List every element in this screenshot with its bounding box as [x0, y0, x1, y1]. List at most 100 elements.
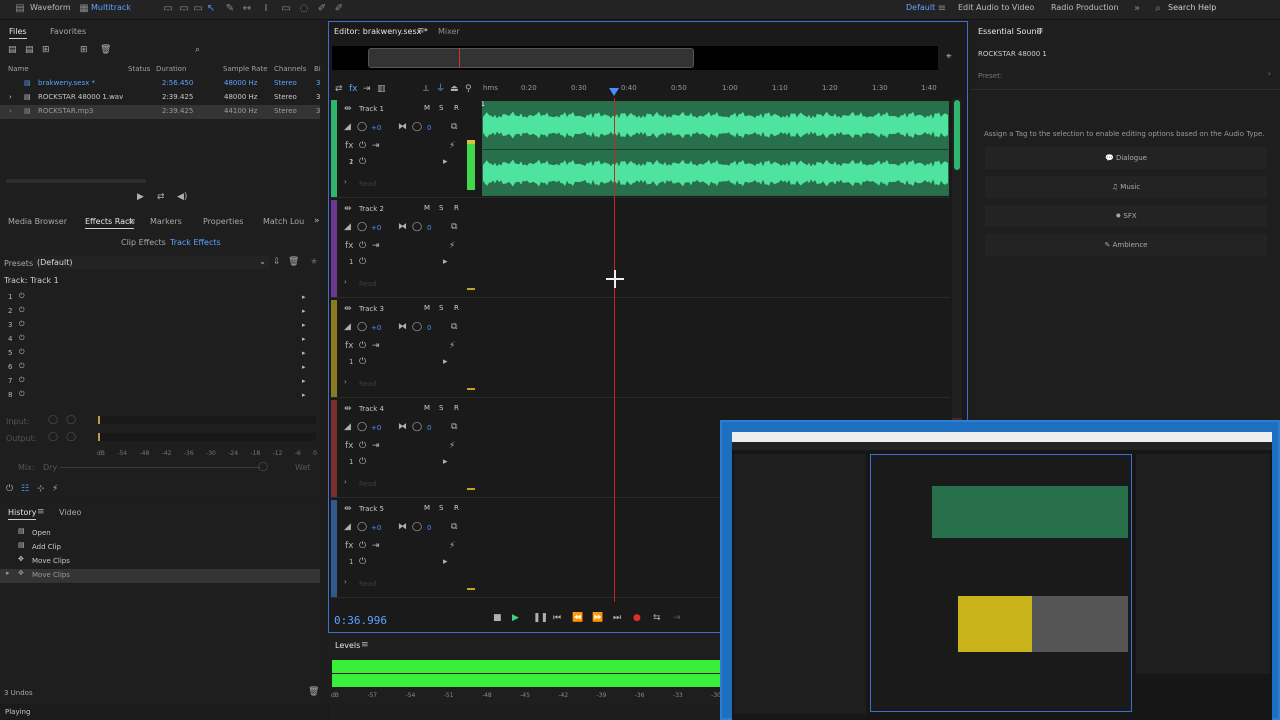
- apply-fx-icon[interactable]: ⚡: [449, 341, 455, 351]
- track-header[interactable]: ⇹ Track 1 M S R ◢ ◯ +0 ⧓ ◯ 0 ⧉ fx ⏻ ⇥ ⚡ …: [331, 100, 479, 198]
- sum-to-mono-icon[interactable]: ⧉: [451, 122, 457, 132]
- col-bits[interactable]: Bi: [314, 65, 321, 73]
- menu-icon[interactable]: ≡: [128, 217, 136, 227]
- metronome-icon[interactable]: ⏏: [450, 84, 459, 94]
- new-file-icon[interactable]: ▤: [8, 45, 17, 55]
- expand-icon[interactable]: ›: [344, 177, 347, 187]
- history-item[interactable]: ▸ ✥ Move Clips: [0, 569, 320, 583]
- effect-slot[interactable]: 3 ⏻ ▸: [8, 320, 308, 333]
- skip-forward-icon[interactable]: ⏭: [613, 613, 621, 623]
- tab-editor[interactable]: Editor: brakweny.sesx *: [334, 27, 428, 36]
- output-knob-icon[interactable]: ◯: [48, 432, 58, 442]
- files-scrollbar[interactable]: [6, 179, 146, 183]
- col-channels[interactable]: Channels: [274, 65, 306, 73]
- track-header[interactable]: ⇹ Track 4 M S R ◢ ◯ +0 ⧓ ◯ 0 ⧉ fx ⏻ ⇥ ⚡ …: [331, 400, 479, 498]
- insert-effect-icon[interactable]: ⊹: [37, 484, 45, 494]
- presets-dropdown[interactable]: (Default) ⌄: [34, 256, 269, 269]
- expand-icon[interactable]: ›: [9, 93, 12, 101]
- slot-arrow-icon[interactable]: ▸: [302, 335, 306, 343]
- spot-heal-icon[interactable]: ✐: [333, 3, 345, 15]
- dialogue-button[interactable]: 💬 Dialogue: [985, 147, 1267, 169]
- history-item[interactable]: ▤ Open: [0, 527, 320, 541]
- input-knob-icon[interactable]: ◯: [48, 415, 58, 425]
- record-arm-button[interactable]: R: [454, 404, 459, 412]
- apply-fx-icon[interactable]: ⚡: [449, 441, 455, 451]
- brush-icon[interactable]: ✐: [316, 3, 328, 15]
- audio-clip[interactable]: [482, 101, 949, 196]
- favorite-icon[interactable]: ★: [310, 257, 318, 267]
- razor-tool-icon[interactable]: ✎: [224, 3, 236, 15]
- expand-icon[interactable]: ›: [344, 477, 347, 487]
- toolbar-icon-3[interactable]: ▭: [192, 3, 204, 15]
- tab-history[interactable]: History: [8, 508, 37, 520]
- pan-value[interactable]: 0: [427, 124, 431, 132]
- sum-to-mono-icon[interactable]: ⧉: [451, 222, 457, 232]
- solo-button[interactable]: S: [439, 304, 443, 312]
- power-icon[interactable]: ⏻: [19, 292, 25, 301]
- pan-knob-icon[interactable]: ◯: [412, 122, 422, 132]
- more-tabs-icon[interactable]: »: [314, 216, 320, 226]
- overview-bar[interactable]: [332, 46, 938, 70]
- input-power-icon[interactable]: ⏻: [359, 357, 366, 367]
- automation-mode[interactable]: Read: [359, 380, 377, 388]
- input-power-icon[interactable]: ⏻: [359, 257, 366, 267]
- volume-value[interactable]: +0: [371, 124, 381, 132]
- volume-value[interactable]: +0: [371, 324, 381, 332]
- automation-mode[interactable]: Read: [359, 180, 377, 188]
- tab-media-browser[interactable]: Media Browser: [8, 217, 67, 226]
- pan-value[interactable]: 0: [427, 224, 431, 232]
- pan-value[interactable]: 0: [427, 524, 431, 532]
- zoom-fit-icon[interactable]: ⌖: [946, 51, 952, 62]
- marquee-icon[interactable]: ▭: [280, 3, 292, 15]
- volume-knob-icon[interactable]: ◯: [357, 522, 367, 532]
- skip-selection-icon[interactable]: ⇥: [673, 613, 681, 623]
- tab-track-effects[interactable]: Track Effects: [170, 238, 221, 247]
- record-arm-button[interactable]: R: [454, 304, 459, 312]
- track-name[interactable]: Track 2: [359, 205, 384, 213]
- col-sample-rate[interactable]: Sample Rate: [223, 65, 268, 73]
- power-icon[interactable]: ⏻: [359, 441, 366, 451]
- sfx-button[interactable]: ✸ SFX: [985, 205, 1267, 227]
- fx-icon[interactable]: fx: [345, 241, 354, 251]
- track-name[interactable]: Track 5: [359, 505, 384, 513]
- slot-arrow-icon[interactable]: ▸: [302, 293, 306, 301]
- fx-pre-post-icon[interactable]: ⇥: [372, 541, 380, 551]
- track-name[interactable]: Track 1: [359, 105, 384, 113]
- file-row[interactable]: › ▤ ROCKSTAR 48000 1.wav 2:39.425 48000 …: [0, 91, 320, 105]
- menu-icon[interactable]: ≡: [37, 507, 45, 517]
- mix-knob-icon[interactable]: ◯: [258, 462, 268, 472]
- stop-icon[interactable]: ■: [493, 613, 502, 623]
- effect-slot[interactable]: 4 ⏻ ▸: [8, 334, 308, 347]
- fx-pre-post-icon[interactable]: ⇥: [372, 441, 380, 451]
- delete-preset-icon[interactable]: 🗑: [288, 257, 299, 267]
- play-preview-icon[interactable]: ▶: [137, 192, 144, 202]
- tab-match-loudness[interactable]: Match Lou: [263, 217, 304, 226]
- solo-button[interactable]: S: [439, 104, 443, 112]
- import-icon[interactable]: ⊞: [42, 45, 50, 55]
- menu-icon[interactable]: ≡: [417, 26, 425, 36]
- menu-icon[interactable]: ≡: [1036, 26, 1044, 36]
- slot-arrow-icon[interactable]: ▸: [302, 321, 306, 329]
- pan-value[interactable]: 0: [427, 424, 431, 432]
- time-selection-icon[interactable]: I: [260, 3, 272, 15]
- more-workspaces-icon[interactable]: »: [1131, 3, 1143, 15]
- mute-button[interactable]: M: [424, 404, 430, 412]
- menu-icon[interactable]: ≡: [361, 640, 369, 650]
- slot-arrow-icon[interactable]: ▸: [302, 391, 306, 399]
- loop-playback-icon[interactable]: ⇆: [653, 613, 661, 623]
- solo-button[interactable]: S: [439, 204, 443, 212]
- input-arrow-icon[interactable]: ▸: [443, 257, 448, 267]
- automation-mode[interactable]: Read: [359, 280, 377, 288]
- power-icon[interactable]: ⏻: [19, 362, 25, 371]
- delete-file-icon[interactable]: 🗑: [100, 45, 111, 55]
- apply-icon[interactable]: ⚡: [52, 484, 58, 494]
- pan-knob-icon[interactable]: ◯: [412, 422, 422, 432]
- input-arrow-icon[interactable]: ▸: [443, 357, 448, 367]
- expand-icon[interactable]: ›: [344, 577, 347, 587]
- power-icon[interactable]: ⏻: [359, 341, 366, 351]
- automation-mode[interactable]: Read: [359, 480, 377, 488]
- music-button[interactable]: ♫ Music: [985, 176, 1267, 198]
- rewind-icon[interactable]: ⏪: [572, 613, 583, 623]
- slip-tool-icon[interactable]: ↔: [241, 3, 253, 15]
- col-status[interactable]: Status: [128, 65, 150, 73]
